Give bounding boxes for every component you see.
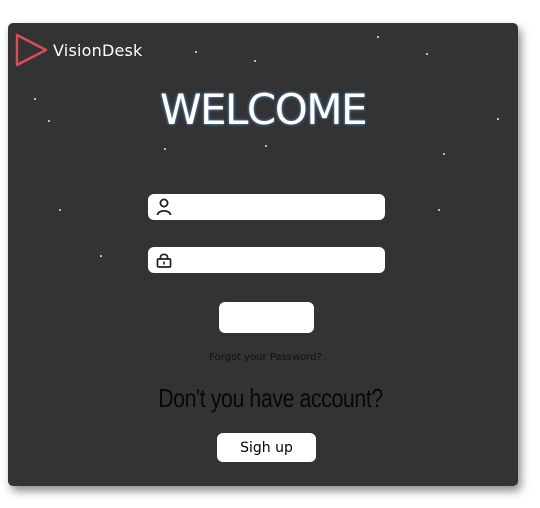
username-field[interactable] — [148, 194, 385, 220]
brand-logo: VisionDesk — [13, 32, 143, 68]
user-icon — [154, 197, 174, 217]
play-logo-icon — [13, 32, 49, 68]
password-field[interactable] — [148, 247, 385, 273]
login-button[interactable] — [219, 302, 314, 333]
page-title: WELCOME — [159, 85, 368, 134]
forgot-password-link[interactable]: Forgot your Password? — [8, 352, 518, 363]
password-input[interactable] — [174, 249, 385, 271]
signup-button[interactable]: Sigh up — [217, 433, 316, 462]
brand-name: VisionDesk — [53, 40, 143, 60]
username-input[interactable] — [174, 196, 385, 218]
login-panel: VisionDesk WELCOME Forgot your Password?… — [8, 23, 518, 486]
no-account-prompt: Don't you have account? — [158, 383, 383, 413]
lock-icon — [154, 250, 174, 270]
